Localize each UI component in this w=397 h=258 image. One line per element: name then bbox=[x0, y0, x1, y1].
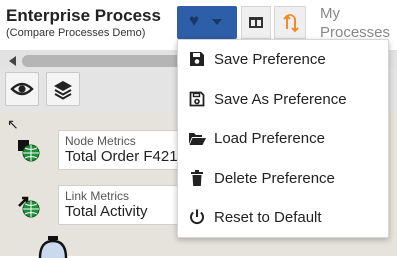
preferences-menu: Save Preference Save As Preference Load … bbox=[177, 39, 389, 238]
menu-item-label: Save As Preference bbox=[214, 91, 347, 108]
link-metrics-label: Link Metrics bbox=[65, 189, 130, 203]
menu-item-label: Delete Preference bbox=[214, 170, 335, 187]
layers-button[interactable] bbox=[46, 72, 80, 106]
app-subtitle: (Compare Processes Demo) bbox=[6, 27, 146, 39]
app-header: Enterprise Process (Compare Processes De… bbox=[0, 0, 397, 42]
view-toggle-button[interactable] bbox=[5, 72, 39, 106]
node-metrics-globe-icon bbox=[18, 140, 40, 162]
eye-icon bbox=[10, 82, 34, 96]
menu-item-save-preference[interactable]: Save Preference bbox=[178, 40, 388, 79]
floppy-disk-icon bbox=[190, 52, 204, 66]
sync-arrows-icon bbox=[283, 14, 299, 33]
trash-icon bbox=[191, 170, 203, 186]
link-metrics-value: Total Activity bbox=[65, 203, 148, 220]
layout-toggle-button[interactable] bbox=[241, 6, 271, 39]
window-layout-icon bbox=[249, 17, 263, 28]
menu-item-label: Reset to Default bbox=[214, 209, 322, 226]
power-icon bbox=[190, 209, 204, 225]
node-metrics-label: Node Metrics bbox=[65, 134, 136, 148]
floppy-disk-outline-icon bbox=[189, 91, 205, 107]
menu-item-label: Load Preference bbox=[214, 130, 325, 147]
preferences-dropdown-button[interactable]: ♥ bbox=[177, 6, 237, 39]
menu-item-label: Save Preference bbox=[214, 51, 326, 68]
my-processes-tab[interactable]: My Processes bbox=[320, 4, 395, 42]
menu-item-load-preference[interactable]: Load Preference bbox=[178, 119, 388, 158]
link-metrics-globe-icon bbox=[18, 196, 40, 218]
node-metrics-value: Total Order F421 bbox=[65, 148, 178, 165]
menu-item-reset-to-default[interactable]: Reset to Default bbox=[178, 198, 388, 237]
scroll-left-arrow-icon[interactable] bbox=[9, 56, 16, 66]
heart-icon: ♥ bbox=[189, 11, 200, 30]
menu-item-delete-preference[interactable]: Delete Preference bbox=[178, 159, 388, 198]
collapse-arrow-icon[interactable]: ↖ bbox=[7, 116, 19, 133]
caret-down-icon bbox=[212, 19, 222, 25]
sync-button[interactable] bbox=[274, 6, 306, 39]
app-title: Enterprise Process bbox=[6, 6, 161, 25]
layers-icon bbox=[54, 81, 72, 100]
menu-item-save-as-preference[interactable]: Save As Preference bbox=[178, 80, 388, 119]
start-node-icon[interactable] bbox=[36, 236, 70, 258]
folder-open-icon bbox=[189, 133, 206, 145]
